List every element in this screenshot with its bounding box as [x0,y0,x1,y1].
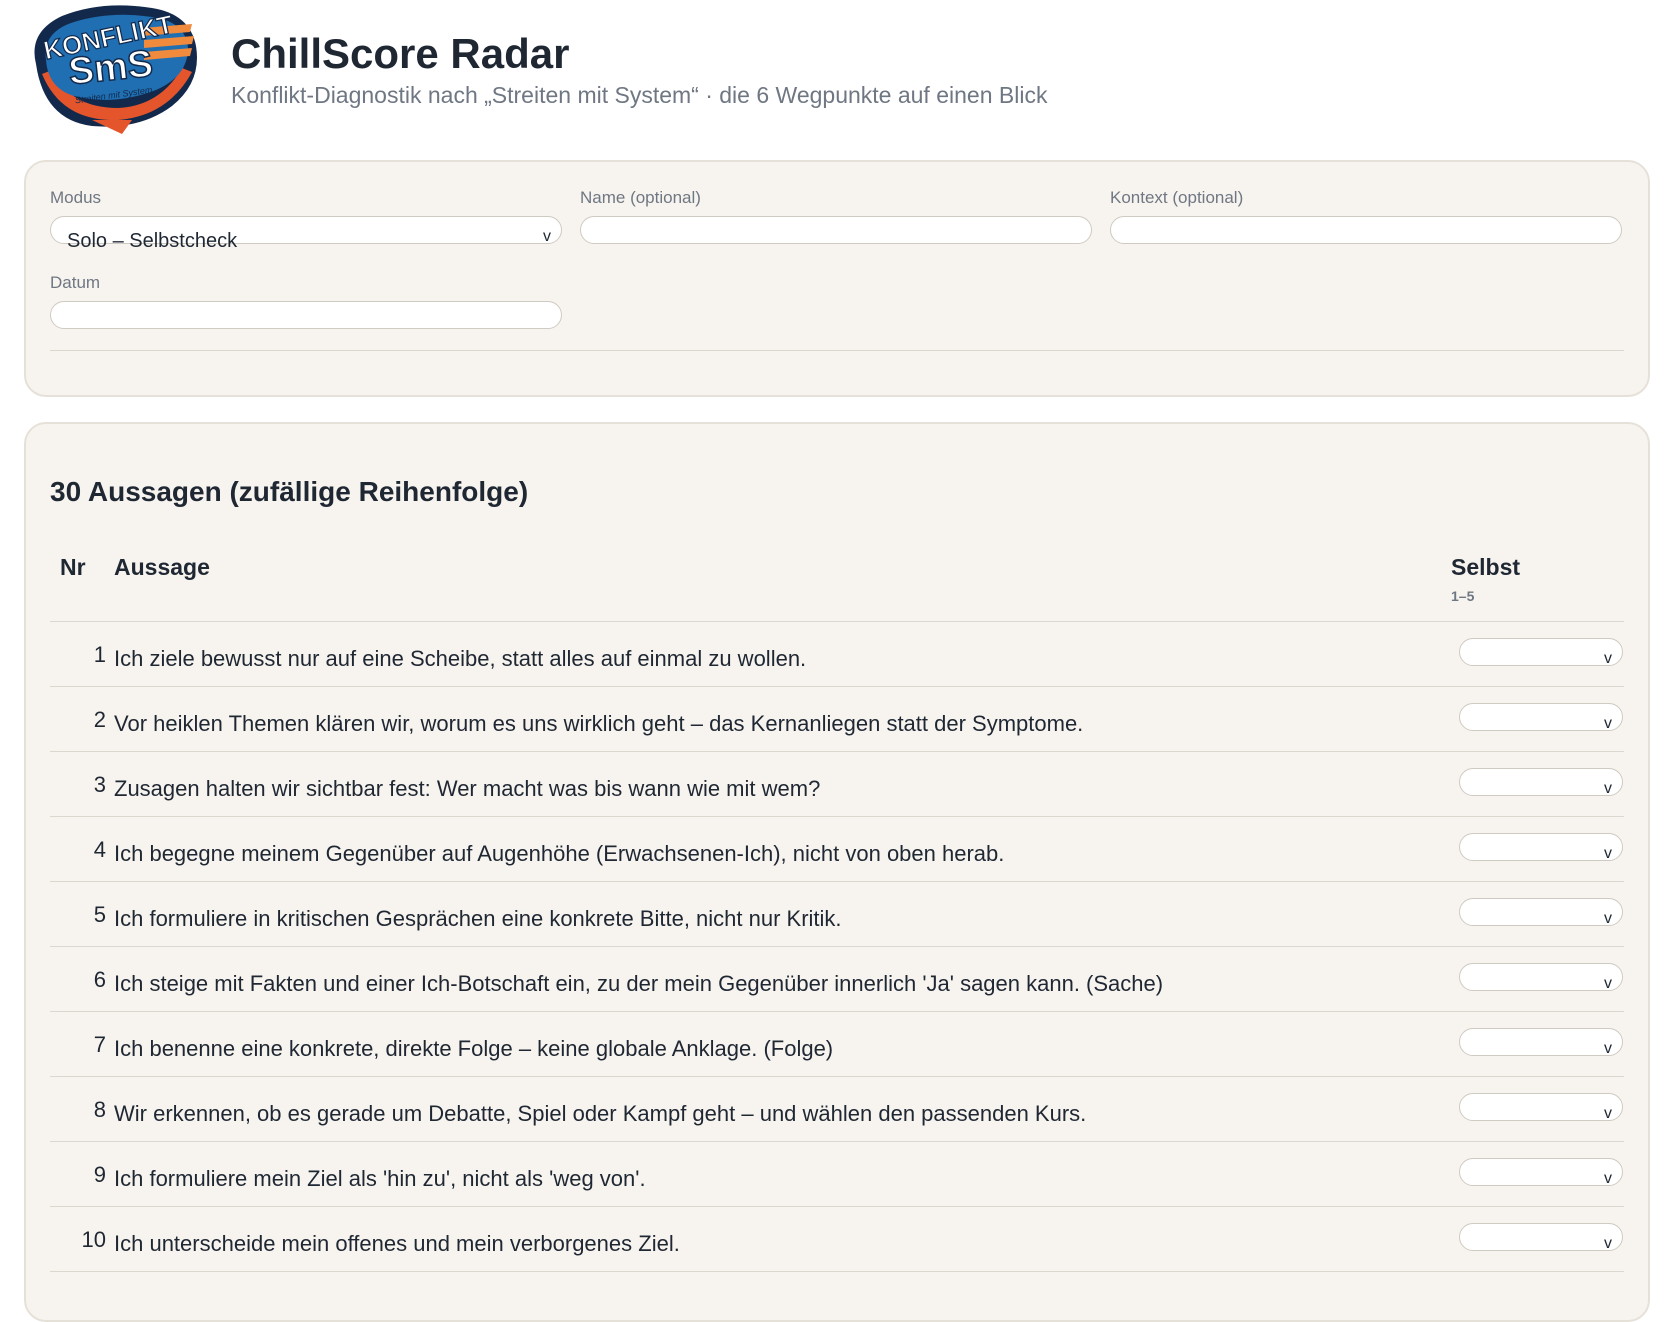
page-title: ChillScore Radar [231,30,570,77]
column-header-aussage: Aussage [114,554,210,580]
datum-input[interactable] [50,301,562,329]
row-number: 1 [93,642,106,667]
row-number: 10 [81,1227,106,1252]
modus-select-value: Solo – Selbstcheck [67,230,238,252]
row-number: 6 [93,967,106,992]
rating-select[interactable]: v [1459,833,1623,862]
kontext-label: Kontext (optional) [1110,188,1244,207]
table-row: 5 Ich formuliere in kritischen Gespräche… [50,882,1624,947]
name-label: Name (optional) [580,188,701,207]
table-row: 4 Ich begegne meinem Gegenüber auf Augen… [50,817,1624,882]
chevron-down-icon: v [1604,975,1612,992]
settings-divider [50,350,1624,351]
row-number: 9 [93,1162,106,1187]
row-statement: Ich benenne eine konkrete, direkte Folge… [114,1036,834,1061]
chevron-down-icon: v [1604,845,1612,862]
chevron-down-icon: v [1604,650,1612,667]
settings-card: Modus Solo – Selbstcheck v Name (optiona… [24,160,1650,397]
chevron-down-icon: v [1604,1235,1612,1252]
table-row: 9 Ich formuliere mein Ziel als 'hin zu',… [50,1142,1624,1207]
rating-select[interactable]: v [1459,963,1623,992]
table-row: 2 Vor heiklen Themen klären wir, worum e… [50,687,1624,752]
rating-select[interactable]: v [1459,703,1623,732]
modus-select[interactable]: Solo – Selbstcheck v [50,216,562,252]
statements-card: 30 Aussagen (zufällige Reihenfolge) Nr A… [24,422,1650,1322]
table-row: 6 Ich steige mit Fakten und einer Ich-Bo… [50,947,1624,1012]
row-statement: Ich ziele bewusst nur auf eine Scheibe, … [114,646,807,671]
row-number: 8 [93,1097,106,1122]
app-header: KONFLIKT SmS Streiten mit System ChillSc… [0,0,1674,150]
row-statement: Ich steige mit Fakten und einer Ich-Bots… [114,971,1164,996]
chevron-down-icon: v [1604,780,1612,797]
chevron-down-icon: v [1604,910,1612,927]
row-statement: Ich unterscheide mein offenes und mein v… [114,1231,680,1256]
table-row: 3 Zusagen halten wir sichtbar fest: Wer … [50,752,1624,817]
statements-title: 30 Aussagen (zufällige Reihenfolge) [50,476,529,507]
page-subtitle: Konflikt-Diagnostik nach „Streiten mit S… [231,82,1048,108]
column-header-selbst-range: 1–5 [1451,588,1475,604]
row-number: 2 [93,707,106,732]
row-statement: Ich formuliere mein Ziel als 'hin zu', n… [114,1166,646,1191]
rating-select[interactable]: v [1459,768,1623,797]
table-row: 7 Ich benenne eine konkrete, direkte Fol… [50,1012,1624,1077]
row-number: 5 [93,902,106,927]
row-statement: Zusagen halten wir sichtbar fest: Wer ma… [114,776,821,801]
table-row: 10 Ich unterscheide mein offenes und mei… [50,1207,1624,1272]
rating-select[interactable]: v [1459,1028,1623,1057]
rating-select[interactable]: v [1459,1158,1623,1187]
konflikt-sms-logo: KONFLIKT SmS Streiten mit System [34,5,197,134]
column-header-selbst: Selbst [1451,554,1521,580]
rating-select[interactable]: v [1459,1223,1623,1252]
row-statement: Ich begegne meinem Gegenüber auf Augenhö… [114,841,1005,866]
table-row: 1 Ich ziele bewusst nur auf eine Scheibe… [50,622,1624,687]
chevron-down-icon: v [543,228,551,245]
chevron-down-icon: v [1604,1040,1612,1057]
column-header-nr: Nr [60,554,86,580]
kontext-input[interactable] [1110,216,1622,244]
rating-select[interactable]: v [1459,638,1623,667]
table-row: 8 Wir erkennen, ob es gerade um Debatte,… [50,1077,1624,1142]
row-number: 4 [93,837,106,862]
name-input[interactable] [580,216,1092,244]
chevron-down-icon: v [1604,715,1612,732]
rating-select[interactable]: v [1459,898,1623,927]
modus-label: Modus [50,188,102,207]
title-block: ChillScore Radar Konflikt-Diagnostik nac… [231,30,1047,109]
row-number: 3 [93,772,106,797]
datum-label: Datum [50,273,101,292]
rating-select[interactable]: v [1459,1093,1623,1122]
row-statement: Vor heiklen Themen klären wir, worum es … [114,711,1084,736]
row-statement: Ich formuliere in kritischen Gesprächen … [114,906,842,931]
row-number: 7 [93,1032,106,1057]
chevron-down-icon: v [1604,1170,1612,1187]
row-statement: Wir erkennen, ob es gerade um Debatte, S… [114,1101,1087,1126]
chevron-down-icon: v [1604,1105,1612,1122]
